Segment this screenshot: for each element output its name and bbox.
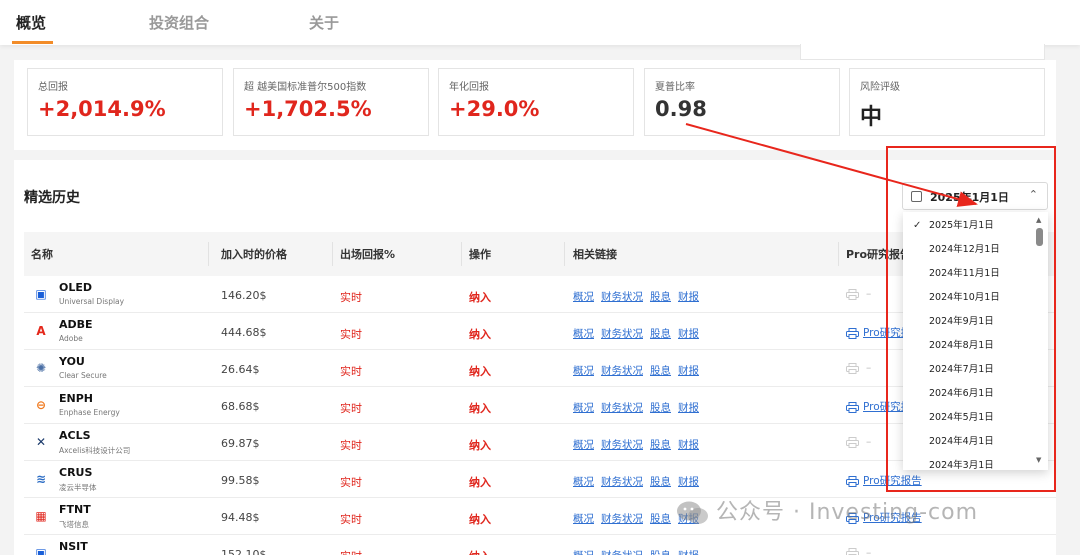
annotation-arrow	[685, 123, 978, 207]
watermark-text: 公众号 · Investing-com	[716, 500, 978, 525]
wechat-icon	[677, 501, 708, 524]
